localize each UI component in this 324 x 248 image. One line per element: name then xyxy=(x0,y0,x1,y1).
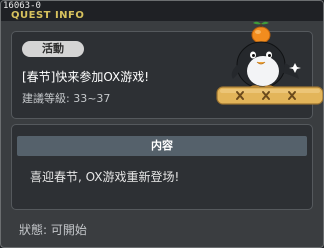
quest-info-window: 16063-0 QUEST INFO 活動 [春节]快来参加OX游戏! 建議等級… xyxy=(0,0,324,248)
window-title: QUEST INFO xyxy=(11,10,85,21)
quest-name: [春节]快来参加OX游戏! xyxy=(22,70,150,84)
quest-status: 狀態: 可開始 xyxy=(19,223,87,237)
penguin-body-icon xyxy=(231,41,299,91)
content-text: 喜迎春节, OX游戏重新登场! xyxy=(30,170,180,184)
recommended-level: 建議等級: 33~37 xyxy=(22,92,111,105)
category-badge: 活動 xyxy=(22,41,84,57)
ox-board-icon xyxy=(216,86,323,105)
content-header: 内容 xyxy=(17,136,307,156)
penguin-with-orange-icon xyxy=(216,21,323,105)
quest-content-panel: 内容 喜迎春节, OX游戏重新登场! xyxy=(11,124,313,210)
orange-icon xyxy=(251,21,271,44)
